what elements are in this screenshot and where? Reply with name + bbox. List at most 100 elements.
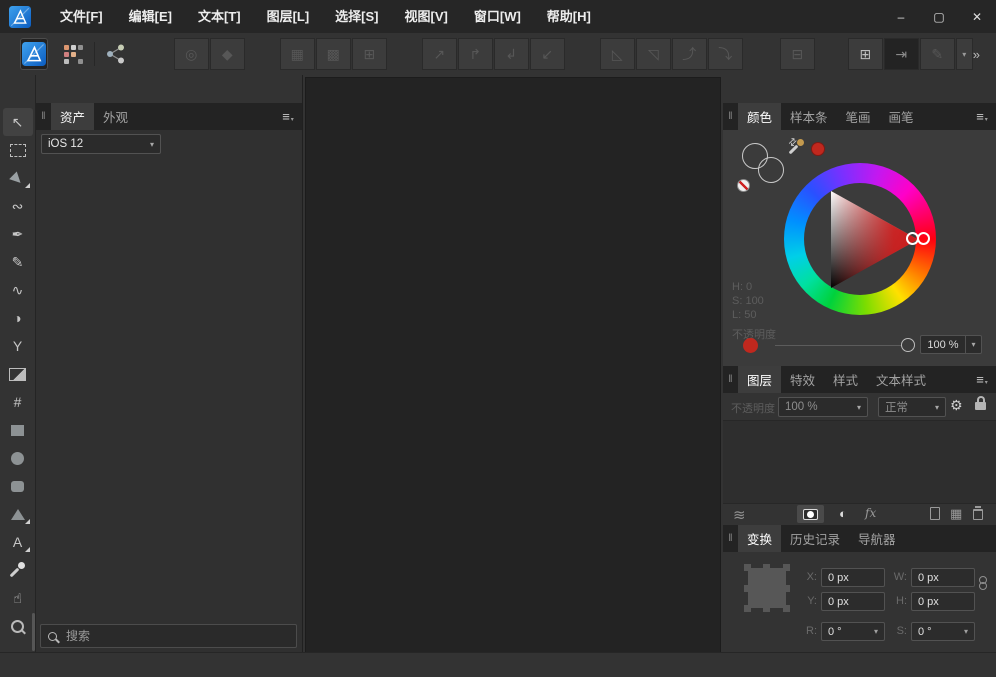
layer-opacity-dropdown[interactable]: 100 % ▾ bbox=[778, 397, 868, 417]
close-button[interactable]: ✕ bbox=[958, 0, 996, 33]
tool-view[interactable]: ☝ bbox=[3, 584, 33, 612]
shear-field[interactable]: 0 °▾ bbox=[911, 622, 975, 641]
rotate-cw-button[interactable]: ⤵ bbox=[708, 38, 743, 70]
export-persona-button[interactable] bbox=[102, 38, 130, 70]
hue-selector[interactable] bbox=[917, 232, 930, 245]
layers-list[interactable] bbox=[723, 420, 996, 504]
tool-crop[interactable]: # bbox=[3, 388, 33, 416]
tool-pencil[interactable]: ✎ bbox=[3, 248, 33, 276]
link-dimensions-icon[interactable] bbox=[979, 576, 987, 590]
grid-option-2-button[interactable]: ▩ bbox=[316, 38, 351, 70]
panel-drag-handle[interactable]: ‖ bbox=[723, 103, 738, 130]
grid-option-1-button[interactable]: ▦ bbox=[280, 38, 315, 70]
insert-behind-button[interactable]: ◆ bbox=[210, 38, 245, 70]
opacity-value-field[interactable]: 100 % bbox=[920, 335, 966, 354]
snapping-dropdown-caret[interactable]: ▾ bbox=[956, 38, 973, 70]
tool-point-transform[interactable]: ∾ bbox=[3, 192, 33, 220]
pixel-alignment-button[interactable]: ✎ bbox=[920, 38, 955, 70]
menu-file[interactable]: 文件[F] bbox=[47, 0, 116, 33]
tab-text-styles[interactable]: 文本样式 bbox=[867, 366, 935, 393]
flip-vertical-button[interactable]: ◹ bbox=[636, 38, 671, 70]
menu-select[interactable]: 选择[S] bbox=[322, 0, 391, 33]
opacity-slider-track[interactable] bbox=[775, 345, 905, 346]
tab-transform[interactable]: 变换 bbox=[738, 525, 781, 552]
menu-view[interactable]: 视图[V] bbox=[392, 0, 461, 33]
menu-help[interactable]: 帮助[H] bbox=[534, 0, 604, 33]
menu-layer[interactable]: 图层[L] bbox=[254, 0, 323, 33]
tab-brushes[interactable]: 画笔 bbox=[880, 103, 923, 130]
grid-option-3-button[interactable]: ⊞ bbox=[352, 38, 387, 70]
blend-mode-dropdown[interactable]: 正常 ▾ bbox=[878, 397, 946, 417]
anchor-point-selector[interactable] bbox=[748, 568, 786, 608]
delete-layer-button[interactable] bbox=[973, 509, 983, 520]
asset-category-dropdown[interactable]: iOS 12 ▾ bbox=[41, 134, 161, 154]
insert-inside-button[interactable]: ◎ bbox=[174, 38, 209, 70]
width-field[interactable]: 0 px bbox=[911, 568, 975, 587]
lock-icon[interactable] bbox=[975, 402, 986, 410]
tab-stroke[interactable]: 笔画 bbox=[837, 103, 880, 130]
tools-scrollbar[interactable] bbox=[32, 613, 35, 651]
tool-fill[interactable]: ◑ bbox=[3, 304, 33, 332]
tool-text[interactable]: A bbox=[3, 528, 33, 556]
menu-text[interactable]: 文本[T] bbox=[185, 0, 254, 33]
bring-to-front-button[interactable]: ↗ bbox=[422, 38, 457, 70]
tool-artboard[interactable] bbox=[3, 136, 33, 164]
tool-place-image[interactable] bbox=[3, 360, 33, 388]
tab-assets[interactable]: 资产 bbox=[51, 103, 94, 130]
panel-menu-button[interactable]: ≡▾ bbox=[274, 103, 302, 130]
rotate-ccw-button[interactable]: ⤴ bbox=[672, 38, 707, 70]
tab-color[interactable]: 颜色 bbox=[738, 103, 781, 130]
color-wheel[interactable] bbox=[784, 163, 936, 315]
adjustment-layer-button[interactable]: ◐ bbox=[839, 506, 847, 521]
stroke-circle[interactable] bbox=[758, 157, 784, 183]
mask-layer-button[interactable] bbox=[797, 505, 824, 523]
tool-ellipse[interactable] bbox=[3, 444, 33, 472]
tool-color-picker[interactable] bbox=[3, 556, 33, 584]
tab-navigator[interactable]: 导航器 bbox=[849, 525, 905, 552]
move-by-whole-pixels-button[interactable]: ⇥ bbox=[884, 38, 919, 70]
y-field[interactable]: 0 px bbox=[821, 592, 885, 611]
layer-effects-button[interactable]: fx bbox=[865, 506, 876, 520]
minimize-button[interactable]: – bbox=[882, 0, 920, 33]
height-field[interactable]: 0 px bbox=[911, 592, 975, 611]
tool-transparency[interactable]: Y bbox=[3, 332, 33, 360]
flip-horizontal-button[interactable]: ◺ bbox=[600, 38, 635, 70]
color-picker-eyedropper-icon[interactable] bbox=[789, 140, 804, 155]
tab-effects[interactable]: 特效 bbox=[781, 366, 824, 393]
insert-target-button[interactable]: ⊟ bbox=[780, 38, 815, 70]
tab-styles[interactable]: 样式 bbox=[824, 366, 867, 393]
panel-drag-handle[interactable]: ‖ bbox=[723, 366, 738, 393]
search-input[interactable] bbox=[64, 628, 289, 644]
tool-pen[interactable]: ✒ bbox=[3, 220, 33, 248]
toolbar-overflow-button[interactable]: » bbox=[973, 47, 980, 62]
blend-options-gear-icon[interactable]: ⚙ bbox=[950, 398, 963, 412]
new-layer-button[interactable] bbox=[930, 507, 940, 520]
snapping-button[interactable]: ⊞ bbox=[848, 38, 883, 70]
panel-menu-button[interactable]: ≡▾ bbox=[968, 103, 996, 130]
layer-stack-icon[interactable]: ≋ bbox=[733, 506, 746, 524]
x-field[interactable]: 0 px bbox=[821, 568, 885, 587]
current-color-chip[interactable] bbox=[743, 338, 758, 353]
pixel-persona-button[interactable] bbox=[60, 38, 88, 70]
maximize-button[interactable]: ▢ bbox=[920, 0, 958, 33]
panel-drag-handle[interactable]: ‖ bbox=[723, 525, 738, 552]
bring-forward-button[interactable]: ↱ bbox=[458, 38, 493, 70]
tool-zoom[interactable] bbox=[3, 612, 33, 640]
tab-appearance[interactable]: 外观 bbox=[94, 103, 137, 130]
tool-rectangle[interactable] bbox=[3, 416, 33, 444]
new-pixel-layer-button[interactable]: ▦ bbox=[950, 506, 962, 522]
menu-window[interactable]: 窗口[W] bbox=[461, 0, 534, 33]
tool-node[interactable]: ▶ bbox=[3, 164, 33, 192]
tab-layers[interactable]: 图层 bbox=[738, 366, 781, 393]
opacity-slider-knob[interactable] bbox=[901, 338, 915, 352]
send-to-back-button[interactable]: ↙ bbox=[530, 38, 565, 70]
canvas-surface[interactable] bbox=[305, 77, 721, 653]
tool-rounded-rectangle[interactable] bbox=[3, 472, 33, 500]
send-backward-button[interactable]: ↲ bbox=[494, 38, 529, 70]
rotation-field[interactable]: 0 °▾ bbox=[821, 622, 885, 641]
panel-menu-button[interactable]: ≡▾ bbox=[968, 366, 996, 393]
panel-drag-handle[interactable]: ‖ bbox=[36, 103, 51, 130]
tool-triangle[interactable] bbox=[3, 500, 33, 528]
designer-persona-button[interactable] bbox=[20, 38, 48, 70]
menu-edit[interactable]: 编辑[E] bbox=[116, 0, 185, 33]
